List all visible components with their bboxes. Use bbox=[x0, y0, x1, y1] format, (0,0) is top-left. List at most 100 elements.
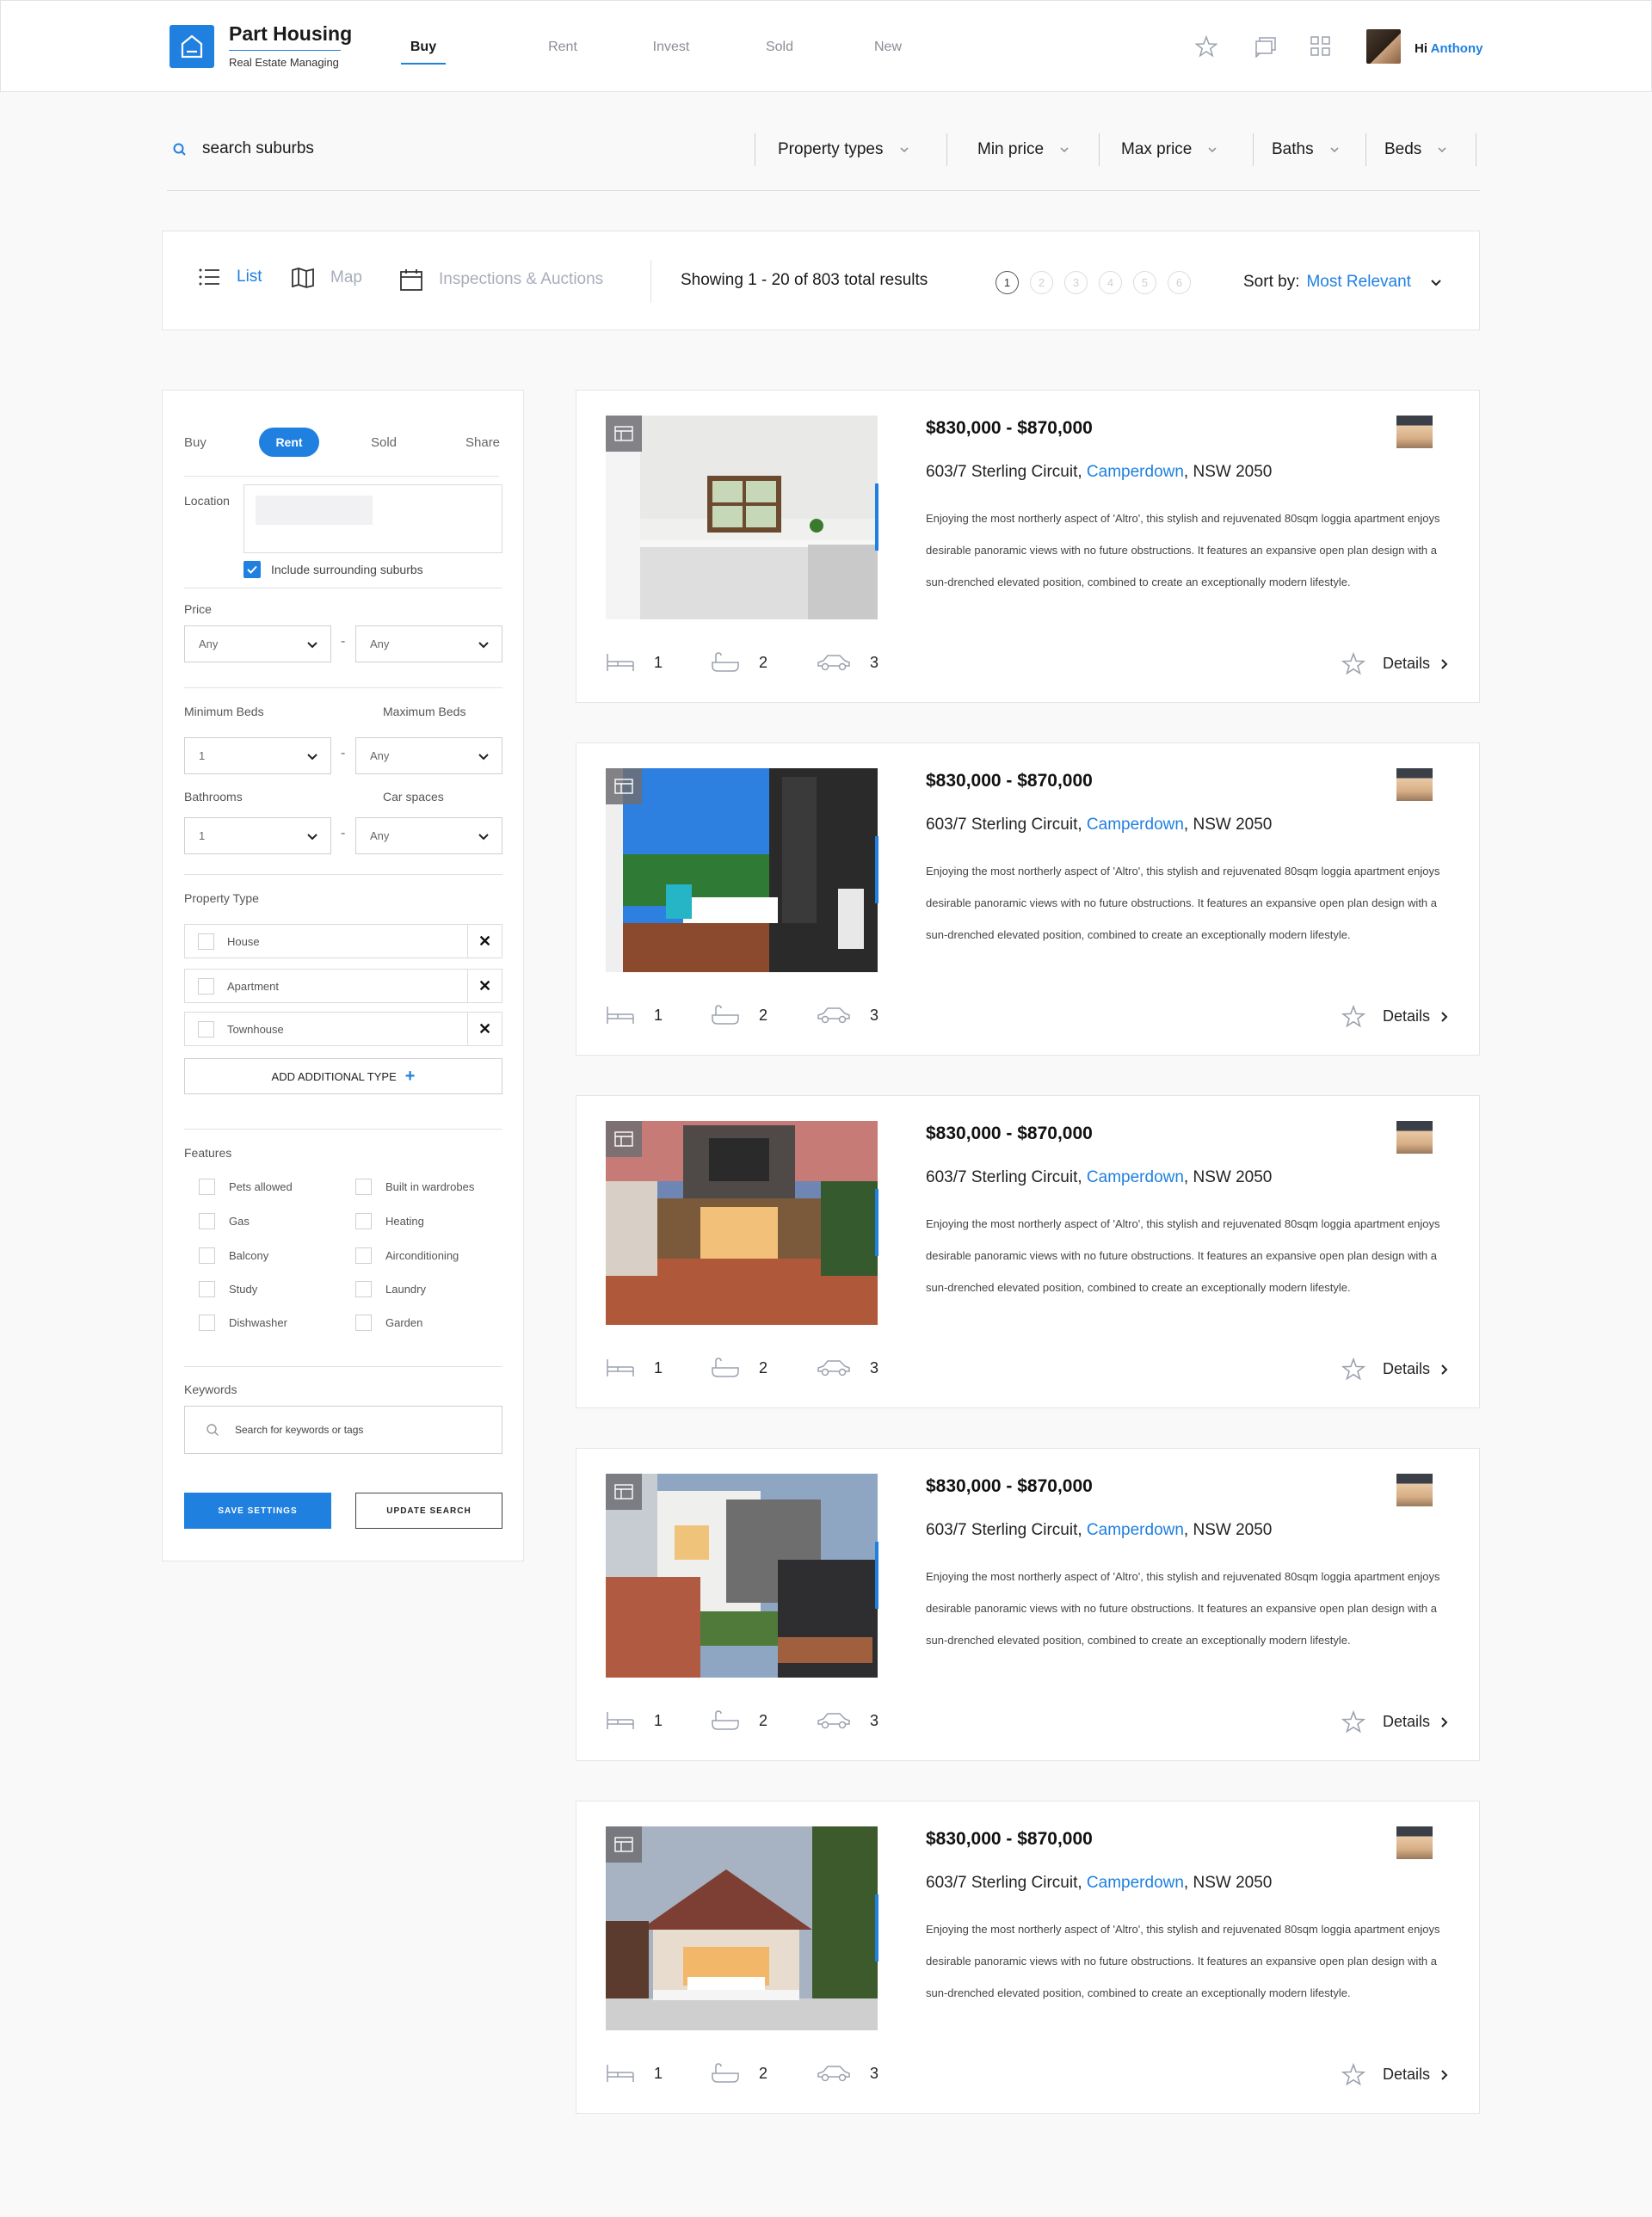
property-type-checkbox[interactable] bbox=[198, 1020, 214, 1038]
address-suburb-link[interactable]: Camperdown bbox=[1087, 1521, 1184, 1539]
save-settings-button[interactable]: SAVE SETTINGS bbox=[184, 1493, 331, 1529]
messages-icon[interactable] bbox=[1254, 35, 1277, 58]
price-max-select[interactable]: Any bbox=[355, 625, 502, 662]
gallery-icon[interactable] bbox=[606, 768, 642, 804]
listing-photo[interactable] bbox=[606, 1474, 878, 1678]
agent-avatar[interactable] bbox=[1396, 1826, 1433, 1859]
listing-photo[interactable] bbox=[606, 416, 878, 619]
favorite-star-icon[interactable] bbox=[1341, 1358, 1365, 1381]
listing-address[interactable]: 603/7 Sterling Circuit, Camperdown, NSW … bbox=[926, 463, 1272, 482]
sidebar-tab-rent[interactable]: Rent bbox=[259, 428, 319, 457]
agent-avatar[interactable] bbox=[1396, 1474, 1433, 1506]
search-suburbs-input[interactable]: search suburbs bbox=[202, 139, 314, 158]
details-link[interactable]: Details bbox=[1341, 2063, 1449, 2086]
nav-sold[interactable]: Sold bbox=[725, 1, 834, 93]
sidebar-tab-sold[interactable]: Sold bbox=[371, 435, 397, 450]
feature-checkbox[interactable]: Garden bbox=[355, 1315, 422, 1331]
favorite-star-icon[interactable] bbox=[1341, 652, 1365, 675]
listing-address[interactable]: 603/7 Sterling Circuit, Camperdown, NSW … bbox=[926, 1521, 1272, 1540]
listing-photo[interactable] bbox=[606, 1826, 878, 2030]
remove-type-button[interactable]: ✕ bbox=[467, 970, 502, 1002]
property-type-checkbox[interactable] bbox=[198, 933, 214, 950]
favorites-star-icon[interactable] bbox=[1195, 35, 1217, 58]
sidebar-tab-share[interactable]: Share bbox=[465, 435, 500, 450]
listing-card[interactable]: $830,000 - $870,000 603/7 Sterling Circu… bbox=[576, 1448, 1480, 1761]
page-1[interactable]: 1 bbox=[996, 271, 1019, 294]
agent-avatar[interactable] bbox=[1396, 768, 1433, 801]
details-link[interactable]: Details bbox=[1341, 1710, 1449, 1734]
address-suburb-link[interactable]: Camperdown bbox=[1087, 816, 1184, 834]
feature-checkbox[interactable]: Built in wardrobes bbox=[355, 1179, 474, 1195]
listing-photo[interactable] bbox=[606, 1121, 878, 1325]
filter-baths[interactable]: Baths bbox=[1253, 133, 1340, 166]
min-beds-select[interactable]: 1 bbox=[184, 737, 331, 774]
view-inspections-tab[interactable]: Inspections & Auctions bbox=[399, 268, 603, 292]
address-suburb-link[interactable]: Camperdown bbox=[1087, 1874, 1184, 1892]
feature-checkbox[interactable]: Study bbox=[199, 1281, 257, 1297]
remove-type-button[interactable]: ✕ bbox=[467, 925, 502, 958]
nav-invest[interactable]: Invest bbox=[617, 1, 725, 93]
gallery-icon[interactable] bbox=[606, 1121, 642, 1157]
location-input[interactable] bbox=[243, 484, 502, 553]
agent-avatar[interactable] bbox=[1396, 1121, 1433, 1154]
details-link[interactable]: Details bbox=[1341, 1358, 1449, 1381]
car-spaces-select[interactable]: Any bbox=[355, 817, 502, 854]
view-list-tab[interactable]: List bbox=[199, 268, 262, 286]
logo-icon[interactable] bbox=[170, 25, 214, 68]
page-2[interactable]: 2 bbox=[1030, 271, 1053, 294]
listing-photo[interactable] bbox=[606, 768, 878, 972]
listing-card[interactable]: $830,000 - $870,000 603/7 Sterling Circu… bbox=[576, 1801, 1480, 2114]
details-link[interactable]: Details bbox=[1341, 1005, 1449, 1028]
gallery-icon[interactable] bbox=[606, 1826, 642, 1863]
keywords-input[interactable]: Search for keywords or tags bbox=[184, 1406, 502, 1454]
remove-type-button[interactable]: ✕ bbox=[467, 1013, 502, 1045]
favorite-star-icon[interactable] bbox=[1341, 1005, 1365, 1028]
user-greeting[interactable]: Hi Anthony bbox=[1415, 41, 1482, 56]
listing-address[interactable]: 603/7 Sterling Circuit, Camperdown, NSW … bbox=[926, 1168, 1272, 1187]
nav-rent[interactable]: Rent bbox=[509, 1, 617, 93]
listing-card[interactable]: $830,000 - $870,000 603/7 Sterling Circu… bbox=[576, 1095, 1480, 1408]
favorite-star-icon[interactable] bbox=[1341, 2063, 1365, 2086]
gallery-icon[interactable] bbox=[606, 416, 642, 452]
user-avatar[interactable] bbox=[1366, 29, 1401, 64]
filter-min-price[interactable]: Min price bbox=[946, 133, 1069, 166]
feature-checkbox[interactable]: Dishwasher bbox=[199, 1315, 287, 1331]
gallery-icon[interactable] bbox=[606, 1474, 642, 1510]
page-5[interactable]: 5 bbox=[1133, 271, 1156, 294]
max-beds-select[interactable]: Any bbox=[355, 737, 502, 774]
add-additional-type-button[interactable]: ADD ADDITIONAL TYPE + bbox=[184, 1058, 502, 1094]
sidebar-tab-buy[interactable]: Buy bbox=[184, 435, 206, 450]
price-min-select[interactable]: Any bbox=[184, 625, 331, 662]
view-map-tab[interactable]: Map bbox=[291, 268, 362, 288]
feature-checkbox[interactable]: Gas bbox=[199, 1213, 250, 1229]
details-link[interactable]: Details bbox=[1341, 652, 1449, 675]
page-6[interactable]: 6 bbox=[1168, 271, 1191, 294]
feature-checkbox[interactable]: Pets allowed bbox=[199, 1179, 293, 1195]
address-suburb-link[interactable]: Camperdown bbox=[1087, 1168, 1184, 1186]
apps-grid-icon[interactable] bbox=[1310, 35, 1332, 58]
nav-new[interactable]: New bbox=[834, 1, 942, 93]
bathrooms-select[interactable]: 1 bbox=[184, 817, 331, 854]
listing-address[interactable]: 603/7 Sterling Circuit, Camperdown, NSW … bbox=[926, 816, 1272, 834]
feature-checkbox[interactable]: Laundry bbox=[355, 1281, 426, 1297]
property-type-checkbox[interactable] bbox=[198, 977, 214, 995]
listing-card[interactable]: $830,000 - $870,000 603/7 Sterling Circu… bbox=[576, 390, 1480, 703]
listing-address[interactable]: 603/7 Sterling Circuit, Camperdown, NSW … bbox=[926, 1874, 1272, 1893]
page-4[interactable]: 4 bbox=[1099, 271, 1122, 294]
sort-dropdown[interactable]: Sort by: Most Relevant bbox=[1243, 273, 1442, 292]
filter-max-price[interactable]: Max price bbox=[1099, 133, 1217, 166]
feature-checkbox[interactable]: Heating bbox=[355, 1213, 424, 1229]
listing-card[interactable]: $830,000 - $870,000 603/7 Sterling Circu… bbox=[576, 742, 1480, 1056]
include-suburbs-checkbox[interactable] bbox=[243, 561, 261, 578]
feature-checkbox[interactable]: Airconditioning bbox=[355, 1247, 459, 1264]
page-3[interactable]: 3 bbox=[1064, 271, 1088, 294]
nav-buy[interactable]: Buy bbox=[401, 1, 446, 93]
agent-avatar[interactable] bbox=[1396, 416, 1433, 448]
address-suburb-link[interactable]: Camperdown bbox=[1087, 463, 1184, 481]
filter-beds[interactable]: Beds bbox=[1365, 133, 1447, 166]
favorite-star-icon[interactable] bbox=[1341, 1710, 1365, 1734]
update-search-button[interactable]: UPDATE SEARCH bbox=[355, 1493, 502, 1529]
feature-checkbox[interactable]: Balcony bbox=[199, 1247, 268, 1264]
bed-icon bbox=[607, 2065, 634, 2082]
filter-property-types[interactable]: Property types bbox=[755, 133, 909, 166]
